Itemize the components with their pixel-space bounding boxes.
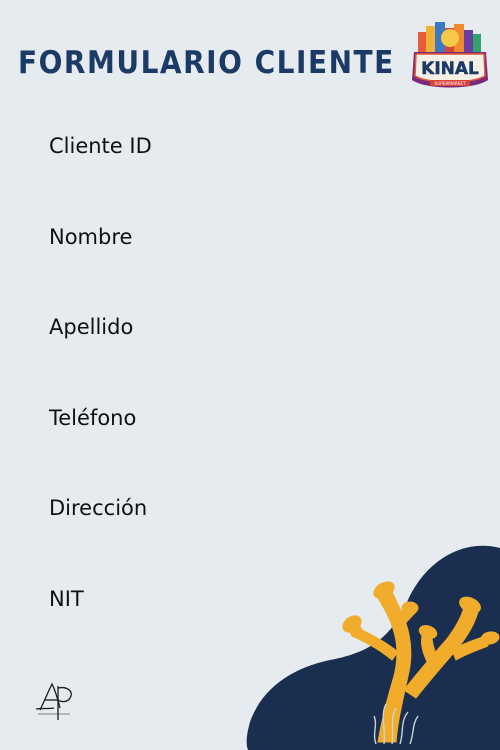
coral-icon <box>342 581 500 743</box>
logo-subtitle-text: SUPERMARKET <box>434 81 466 86</box>
label-telefono: Teléfono <box>49 406 137 430</box>
label-apellido: Apellido <box>49 315 134 339</box>
ap-monogram-icon <box>35 682 72 720</box>
kinal-logo-icon: KINAL SUPERMARKET <box>412 22 488 88</box>
label-cliente-id: Cliente ID <box>49 134 152 158</box>
background-decoration <box>246 545 500 750</box>
logo-brand-text: KINAL <box>421 59 479 79</box>
seaweed-lines <box>373 703 419 745</box>
label-nit: NIT <box>49 587 84 611</box>
label-nombre: Nombre <box>49 225 133 249</box>
navy-blob-shape <box>246 545 500 750</box>
label-direccion: Dirección <box>49 496 148 520</box>
page-title: FORMULARIO CLIENTE <box>18 44 395 81</box>
city-skyline <box>418 22 481 54</box>
